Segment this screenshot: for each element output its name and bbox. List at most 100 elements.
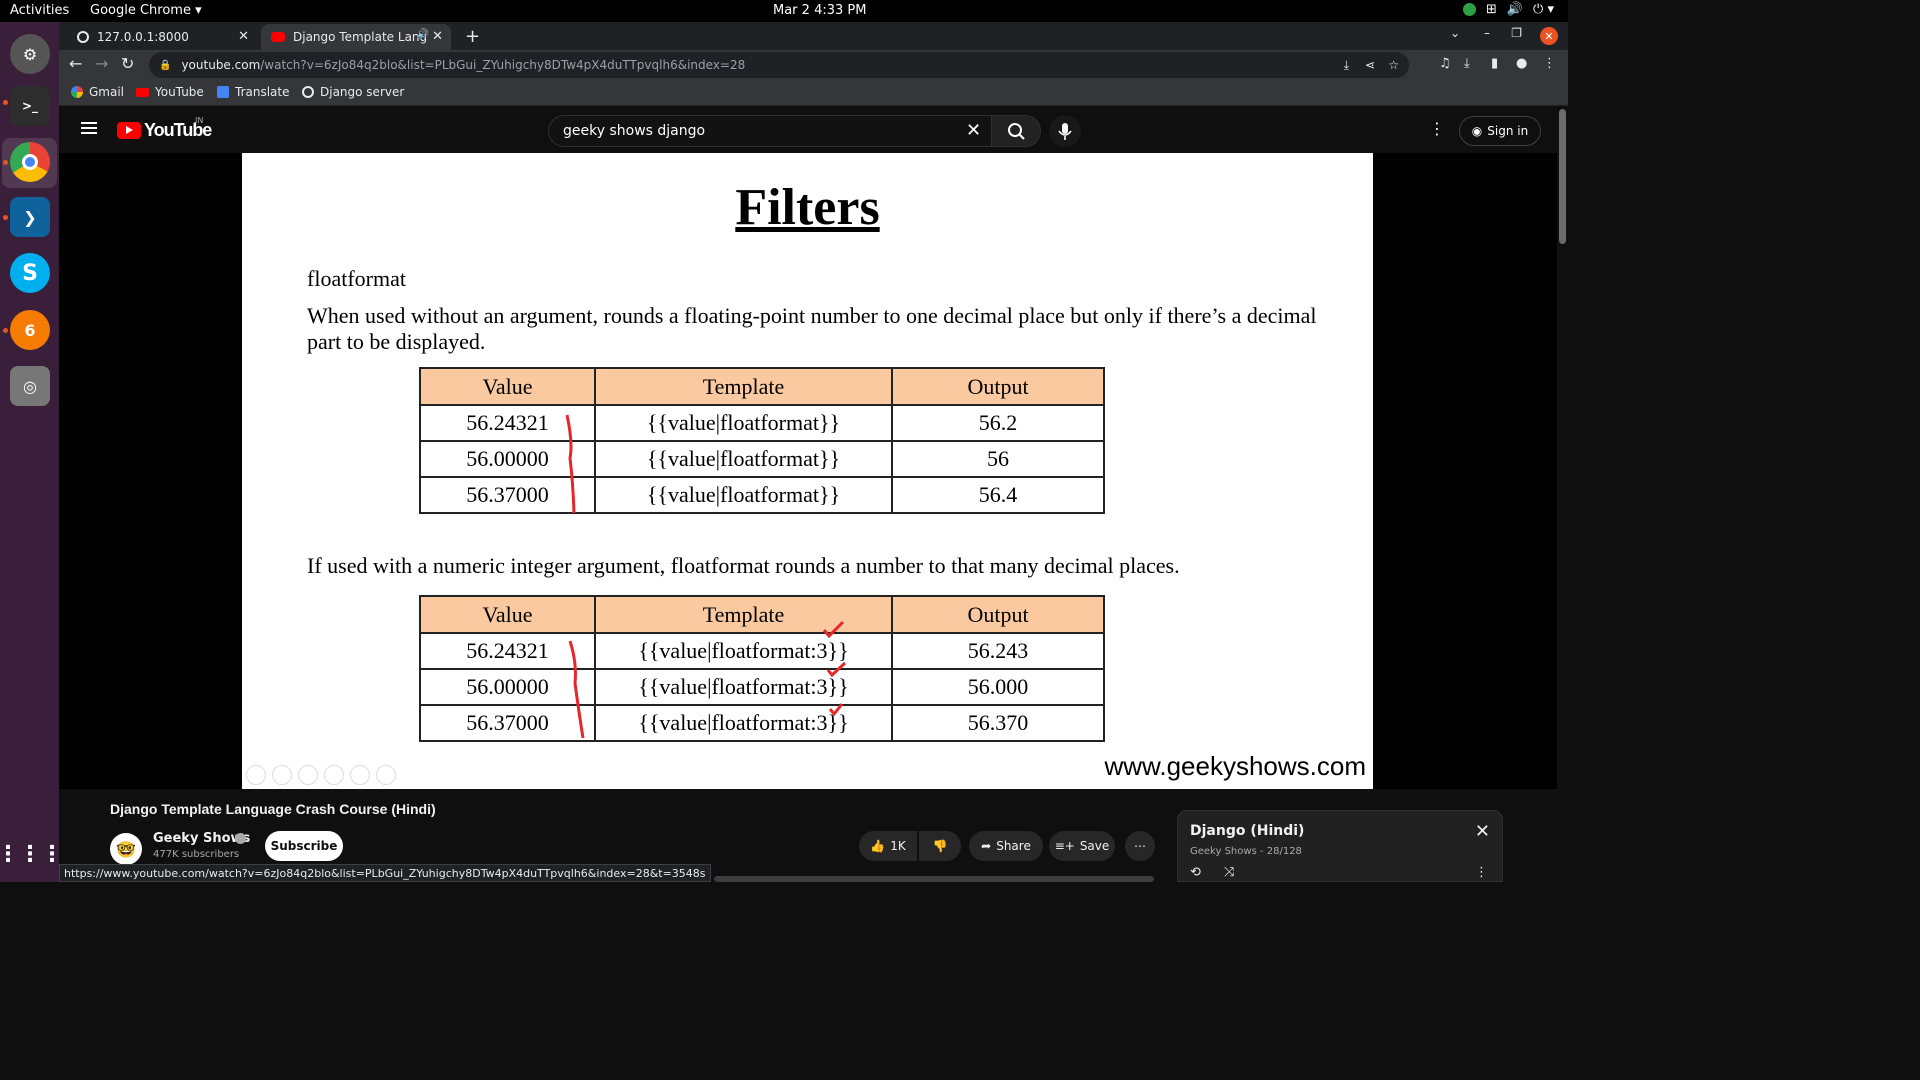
- downloads-icon[interactable]: ⤓: [1464, 56, 1470, 71]
- tab-strip: 127.0.0.1:8000 ✕ Django Template Lang 🔊 …: [59, 22, 1568, 50]
- clear-search-icon[interactable]: ✕: [966, 120, 981, 141]
- clock[interactable]: Mar 2 4:33 PM: [773, 3, 866, 18]
- url-host: youtube.com: [181, 58, 261, 72]
- checkmark-icon: [822, 620, 845, 639]
- app-menu[interactable]: Google Chrome ▾: [90, 3, 202, 18]
- bookmark-gmail[interactable]: Gmail: [71, 85, 124, 99]
- minimize-button[interactable]: –: [1484, 26, 1490, 40]
- sign-in-label: Sign in: [1487, 124, 1529, 138]
- like-button[interactable]: 👍 1K: [859, 831, 917, 861]
- settings-icon[interactable]: ⚙: [10, 34, 50, 74]
- bookmark-label: Gmail: [89, 85, 125, 99]
- settings-kebab-icon[interactable]: ⋮: [1429, 119, 1445, 138]
- country-code: IN: [195, 116, 204, 125]
- share-icon[interactable]: ⋖: [1365, 58, 1375, 72]
- link-status-bubble: https://www.youtube.com/watch?v=6zJo84q2…: [59, 864, 711, 882]
- voice-search-button[interactable]: [1049, 115, 1081, 147]
- checkmark-icon: [828, 703, 844, 717]
- dock: ⚙ >_ ❯ S 6 ◎ ⋮⋮⋮: [0, 22, 63, 882]
- skype-icon[interactable]: S: [10, 253, 50, 293]
- back-button[interactable]: ←: [69, 54, 82, 73]
- bookmark-translate[interactable]: Translate: [217, 85, 290, 99]
- media-control-icon[interactable]: ♫: [1439, 56, 1451, 71]
- tab-close-icon[interactable]: ✕: [238, 29, 249, 44]
- terminal-icon[interactable]: >_: [10, 86, 50, 126]
- new-tab-button[interactable]: +: [465, 26, 480, 47]
- shuffle-icon[interactable]: ⤨: [1224, 865, 1234, 880]
- running-indicator: [3, 328, 8, 333]
- forward-button[interactable]: →: [95, 54, 108, 73]
- bookmark-label: YouTube: [155, 85, 204, 99]
- audio-playing-icon[interactable]: 🔊: [417, 29, 429, 40]
- more-actions-button[interactable]: ⋯: [1125, 831, 1155, 861]
- reload-button[interactable]: ↻: [121, 54, 134, 73]
- red-pen-annotations: [565, 414, 847, 739]
- youtube-icon: [136, 87, 149, 97]
- tab-title: Django Template Lang: [293, 30, 428, 44]
- running-indicator: [3, 215, 8, 220]
- system-tray[interactable]: ⊞ 🔊 ⏻ ▾: [1462, 2, 1554, 17]
- prev-slide-icon: [246, 765, 266, 785]
- tab-search-icon[interactable]: ⌄: [1450, 26, 1460, 40]
- subscriber-count: 477K subscribers: [153, 849, 240, 860]
- activities-button[interactable]: Activities: [10, 3, 69, 18]
- flame-app-icon[interactable]: 6: [10, 310, 50, 350]
- close-icon[interactable]: ✕: [1475, 821, 1490, 842]
- restore-button[interactable]: ❐: [1511, 26, 1522, 40]
- disk-icon[interactable]: ◎: [10, 366, 50, 406]
- chrome-menu-icon[interactable]: ⋮: [1543, 56, 1556, 71]
- annotation-bracket: [568, 640, 585, 739]
- sign-in-button[interactable]: ◉ Sign in: [1459, 116, 1541, 146]
- bookmark-star-icon[interactable]: ☆: [1388, 58, 1399, 72]
- globe-icon: [302, 86, 314, 98]
- playlist-meta: Geeky Shows - 28/128: [1190, 846, 1302, 857]
- search-icon: [1008, 123, 1025, 140]
- more-options-icon: [376, 765, 396, 785]
- search-button[interactable]: [991, 115, 1041, 147]
- annotation-bracket: [565, 414, 576, 514]
- tab-localhost[interactable]: 127.0.0.1:8000 ✕: [67, 24, 257, 50]
- dislike-button[interactable]: 👎: [919, 831, 961, 861]
- playlist-panel: Django (Hindi) Geeky Shows - 28/128 ✕ ⟲ …: [1177, 810, 1503, 882]
- bookmark-django-server[interactable]: Django server: [302, 85, 404, 99]
- share-arrow-icon: ➦: [981, 839, 992, 853]
- scrollbar-thumb[interactable]: [1559, 109, 1566, 244]
- address-bar[interactable]: 🔒 youtube.com/watch?v=6zJo84q2blo&list=P…: [149, 52, 1409, 78]
- window-close-button[interactable]: ✕: [1540, 27, 1558, 45]
- install-icon[interactable]: ⤓: [1344, 58, 1349, 73]
- chrome-icon[interactable]: [10, 142, 50, 182]
- app-grid-icon[interactable]: ⋮⋮⋮: [0, 834, 63, 874]
- slide-player-controls: [246, 765, 396, 785]
- channel-avatar[interactable]: 🤓: [110, 833, 142, 865]
- search-input[interactable]: geeky shows django: [548, 115, 991, 147]
- lock-icon: 🔒: [159, 59, 172, 71]
- menu-icon[interactable]: [81, 122, 97, 134]
- loop-icon[interactable]: ⟲: [1190, 865, 1201, 880]
- horizontal-scroll-indicator: [714, 876, 1154, 882]
- vscode-icon[interactable]: ❯: [10, 197, 50, 237]
- zoom-icon: [350, 765, 370, 785]
- youtube-header: YouTube IN geeky shows django ✕ ⋮ ◉ Sign …: [59, 107, 1557, 153]
- profile-icon[interactable]: ●: [1516, 56, 1527, 71]
- save-label: Save: [1079, 839, 1110, 853]
- tab-youtube[interactable]: Django Template Lang 🔊 ✕: [261, 24, 451, 50]
- watermark: www.geekyshows.com: [1104, 751, 1366, 781]
- video-player[interactable]: Filters floatformat When used without an…: [59, 153, 1557, 789]
- thumbs-down-icon: 👎: [932, 839, 948, 853]
- playlist-menu-icon[interactable]: ⋮: [1475, 865, 1488, 880]
- url-path: /watch?v=6zJo84q2blo&list=PLbGui_ZYuhigc…: [260, 58, 746, 72]
- subscribe-button[interactable]: Subscribe: [265, 831, 343, 861]
- bookmark-youtube[interactable]: YouTube: [136, 85, 204, 99]
- tab-close-icon[interactable]: ✕: [432, 29, 443, 44]
- youtube-play-icon: [117, 122, 141, 139]
- volume-icon: 🔊: [1506, 2, 1524, 17]
- save-button[interactable]: ≡+ Save: [1049, 831, 1115, 861]
- side-panel-icon[interactable]: ▮: [1491, 56, 1498, 71]
- page-scrollbar[interactable]: [1557, 107, 1568, 882]
- next-slide-icon: [272, 765, 292, 785]
- bookmark-label: Translate: [235, 85, 290, 99]
- share-button[interactable]: ➦ Share: [969, 831, 1043, 861]
- playlist-title[interactable]: Django (Hindi): [1190, 823, 1304, 839]
- checkmark-icon: [826, 661, 847, 678]
- running-indicator: [3, 100, 8, 105]
